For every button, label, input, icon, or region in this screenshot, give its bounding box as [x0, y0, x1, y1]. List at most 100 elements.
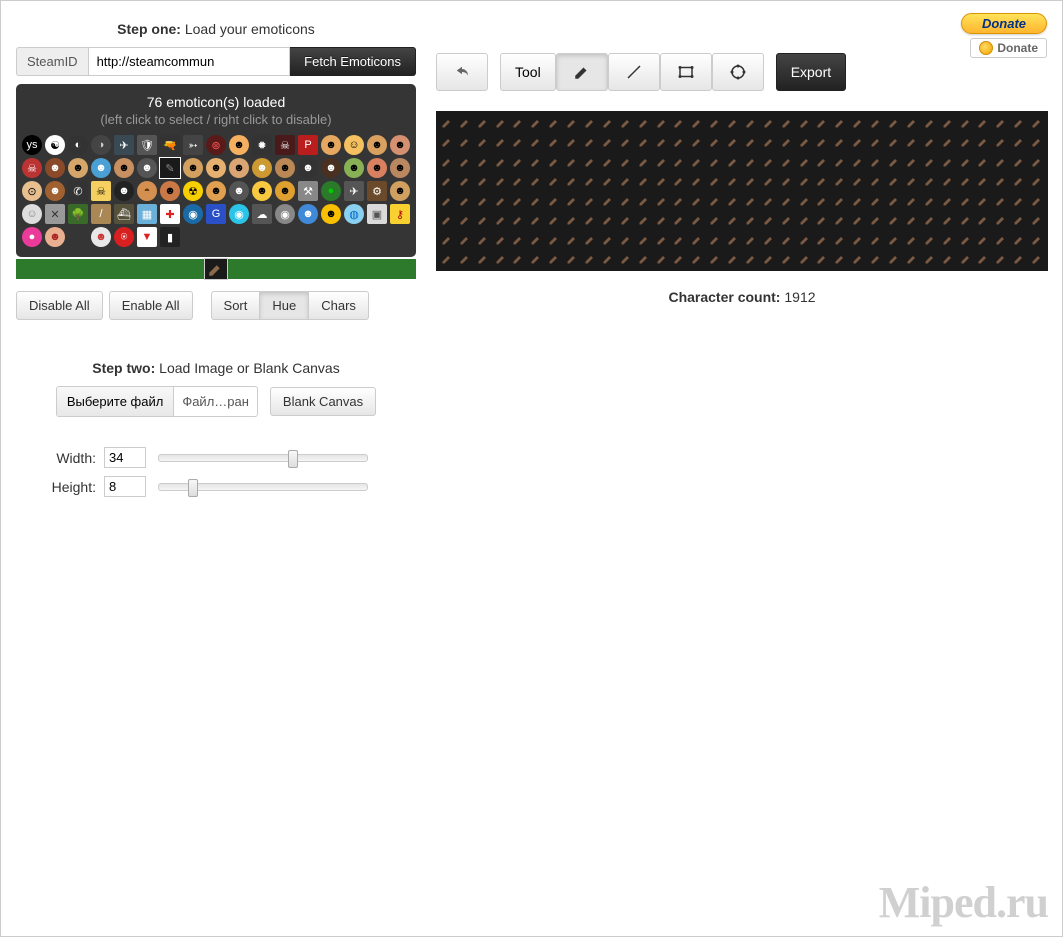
- canvas-cell[interactable]: [545, 250, 563, 270]
- canvas-cell[interactable]: [1010, 211, 1028, 231]
- export-button[interactable]: Export: [776, 53, 846, 91]
- canvas-cell[interactable]: [706, 133, 724, 153]
- canvas-cell[interactable]: [617, 152, 635, 172]
- canvas-cell[interactable]: [903, 152, 921, 172]
- emoticon[interactable]: ☻: [114, 181, 134, 201]
- canvas-cell[interactable]: [814, 152, 832, 172]
- palette-bar[interactable]: [16, 259, 416, 279]
- canvas-cell[interactable]: [885, 211, 903, 231]
- canvas-cell[interactable]: [653, 172, 671, 192]
- canvas-cell[interactable]: [635, 191, 653, 211]
- canvas-cell[interactable]: [581, 230, 599, 250]
- canvas-cell[interactable]: [563, 211, 581, 231]
- canvas-cell[interactable]: [885, 152, 903, 172]
- emoticon[interactable]: ✚: [160, 204, 180, 224]
- canvas-cell[interactable]: [939, 113, 957, 133]
- canvas-cell[interactable]: [867, 250, 885, 270]
- canvas-cell[interactable]: [796, 133, 814, 153]
- canvas-cell[interactable]: [1010, 230, 1028, 250]
- emoticon[interactable]: ☻: [344, 158, 364, 178]
- canvas-cell[interactable]: [670, 152, 688, 172]
- canvas-cell[interactable]: [992, 211, 1010, 231]
- canvas-cell[interactable]: [688, 172, 706, 192]
- canvas-cell[interactable]: [581, 133, 599, 153]
- canvas-cell[interactable]: [724, 250, 742, 270]
- canvas-cell[interactable]: [974, 250, 992, 270]
- canvas-cell[interactable]: [510, 230, 528, 250]
- emoticon[interactable]: ☻: [45, 227, 65, 247]
- canvas-cell[interactable]: [974, 133, 992, 153]
- canvas-cell[interactable]: [581, 152, 599, 172]
- canvas-cell[interactable]: [456, 172, 474, 192]
- canvas-cell[interactable]: [957, 191, 975, 211]
- canvas-cell[interactable]: [617, 211, 635, 231]
- canvas-cell[interactable]: [1028, 250, 1046, 270]
- width-slider[interactable]: [158, 454, 368, 462]
- canvas-cell[interactable]: [992, 250, 1010, 270]
- canvas-cell[interactable]: [814, 250, 832, 270]
- canvas-cell[interactable]: [778, 133, 796, 153]
- canvas-cell[interactable]: [849, 113, 867, 133]
- canvas-cell[interactable]: [474, 230, 492, 250]
- emoticon[interactable]: ☻: [229, 181, 249, 201]
- emoticon[interactable]: ▣: [367, 204, 387, 224]
- emoticon[interactable]: ☻: [298, 204, 318, 224]
- emoticon[interactable]: G: [206, 204, 226, 224]
- canvas-cell[interactable]: [849, 250, 867, 270]
- canvas-cell[interactable]: [992, 113, 1010, 133]
- canvas-cell[interactable]: [903, 211, 921, 231]
- canvas-cell[interactable]: [438, 133, 456, 153]
- canvas-cell[interactable]: [796, 211, 814, 231]
- canvas-cell[interactable]: [706, 152, 724, 172]
- canvas-cell[interactable]: [1010, 133, 1028, 153]
- canvas-cell[interactable]: [849, 172, 867, 192]
- emoticon[interactable]: ✈: [344, 181, 364, 201]
- emoticon[interactable]: ☻: [91, 158, 111, 178]
- emoticon[interactable]: ☻: [45, 181, 65, 201]
- canvas-cell[interactable]: [778, 191, 796, 211]
- canvas-cell[interactable]: [688, 113, 706, 133]
- emoticon[interactable]: ◍: [344, 204, 364, 224]
- canvas-cell[interactable]: [510, 113, 528, 133]
- canvas-cell[interactable]: [939, 152, 957, 172]
- canvas-cell[interactable]: [563, 191, 581, 211]
- canvas-cell[interactable]: [474, 133, 492, 153]
- canvas-cell[interactable]: [1010, 172, 1028, 192]
- emoticon[interactable]: ◉: [229, 204, 249, 224]
- canvas-cell[interactable]: [885, 172, 903, 192]
- canvas-cell[interactable]: [796, 191, 814, 211]
- canvas-cell[interactable]: [706, 250, 724, 270]
- canvas-cell[interactable]: [545, 152, 563, 172]
- emoticon[interactable]: ✎: [160, 158, 180, 178]
- canvas-cell[interactable]: [796, 113, 814, 133]
- canvas-cell[interactable]: [492, 211, 510, 231]
- canvas-cell[interactable]: [939, 172, 957, 192]
- canvas-cell[interactable]: [492, 113, 510, 133]
- canvas-cell[interactable]: [456, 113, 474, 133]
- canvas-cell[interactable]: [599, 230, 617, 250]
- canvas-cell[interactable]: [635, 211, 653, 231]
- canvas-cell[interactable]: [563, 250, 581, 270]
- canvas-cell[interactable]: [867, 113, 885, 133]
- canvas-cell[interactable]: [867, 172, 885, 192]
- emoticon[interactable]: ☻: [45, 158, 65, 178]
- canvas-cell[interactable]: [653, 191, 671, 211]
- canvas-cell[interactable]: [921, 152, 939, 172]
- width-input[interactable]: [104, 447, 146, 468]
- emoticon[interactable]: ☻: [390, 135, 410, 155]
- emoticon[interactable]: ⊛: [206, 135, 226, 155]
- canvas-cell[interactable]: [510, 133, 528, 153]
- canvas-cell[interactable]: [653, 113, 671, 133]
- canvas-cell[interactable]: [688, 250, 706, 270]
- canvas-cell[interactable]: [992, 230, 1010, 250]
- hue-button[interactable]: Hue: [259, 291, 308, 320]
- canvas-cell[interactable]: [599, 113, 617, 133]
- canvas-cell[interactable]: [939, 230, 957, 250]
- emoticon[interactable]: ☻: [321, 158, 341, 178]
- canvas-cell[interactable]: [831, 133, 849, 153]
- canvas-cell[interactable]: [867, 211, 885, 231]
- canvas-cell[interactable]: [599, 152, 617, 172]
- emoticon[interactable]: ☻: [114, 158, 134, 178]
- canvas-cell[interactable]: [438, 250, 456, 270]
- canvas-cell[interactable]: [867, 152, 885, 172]
